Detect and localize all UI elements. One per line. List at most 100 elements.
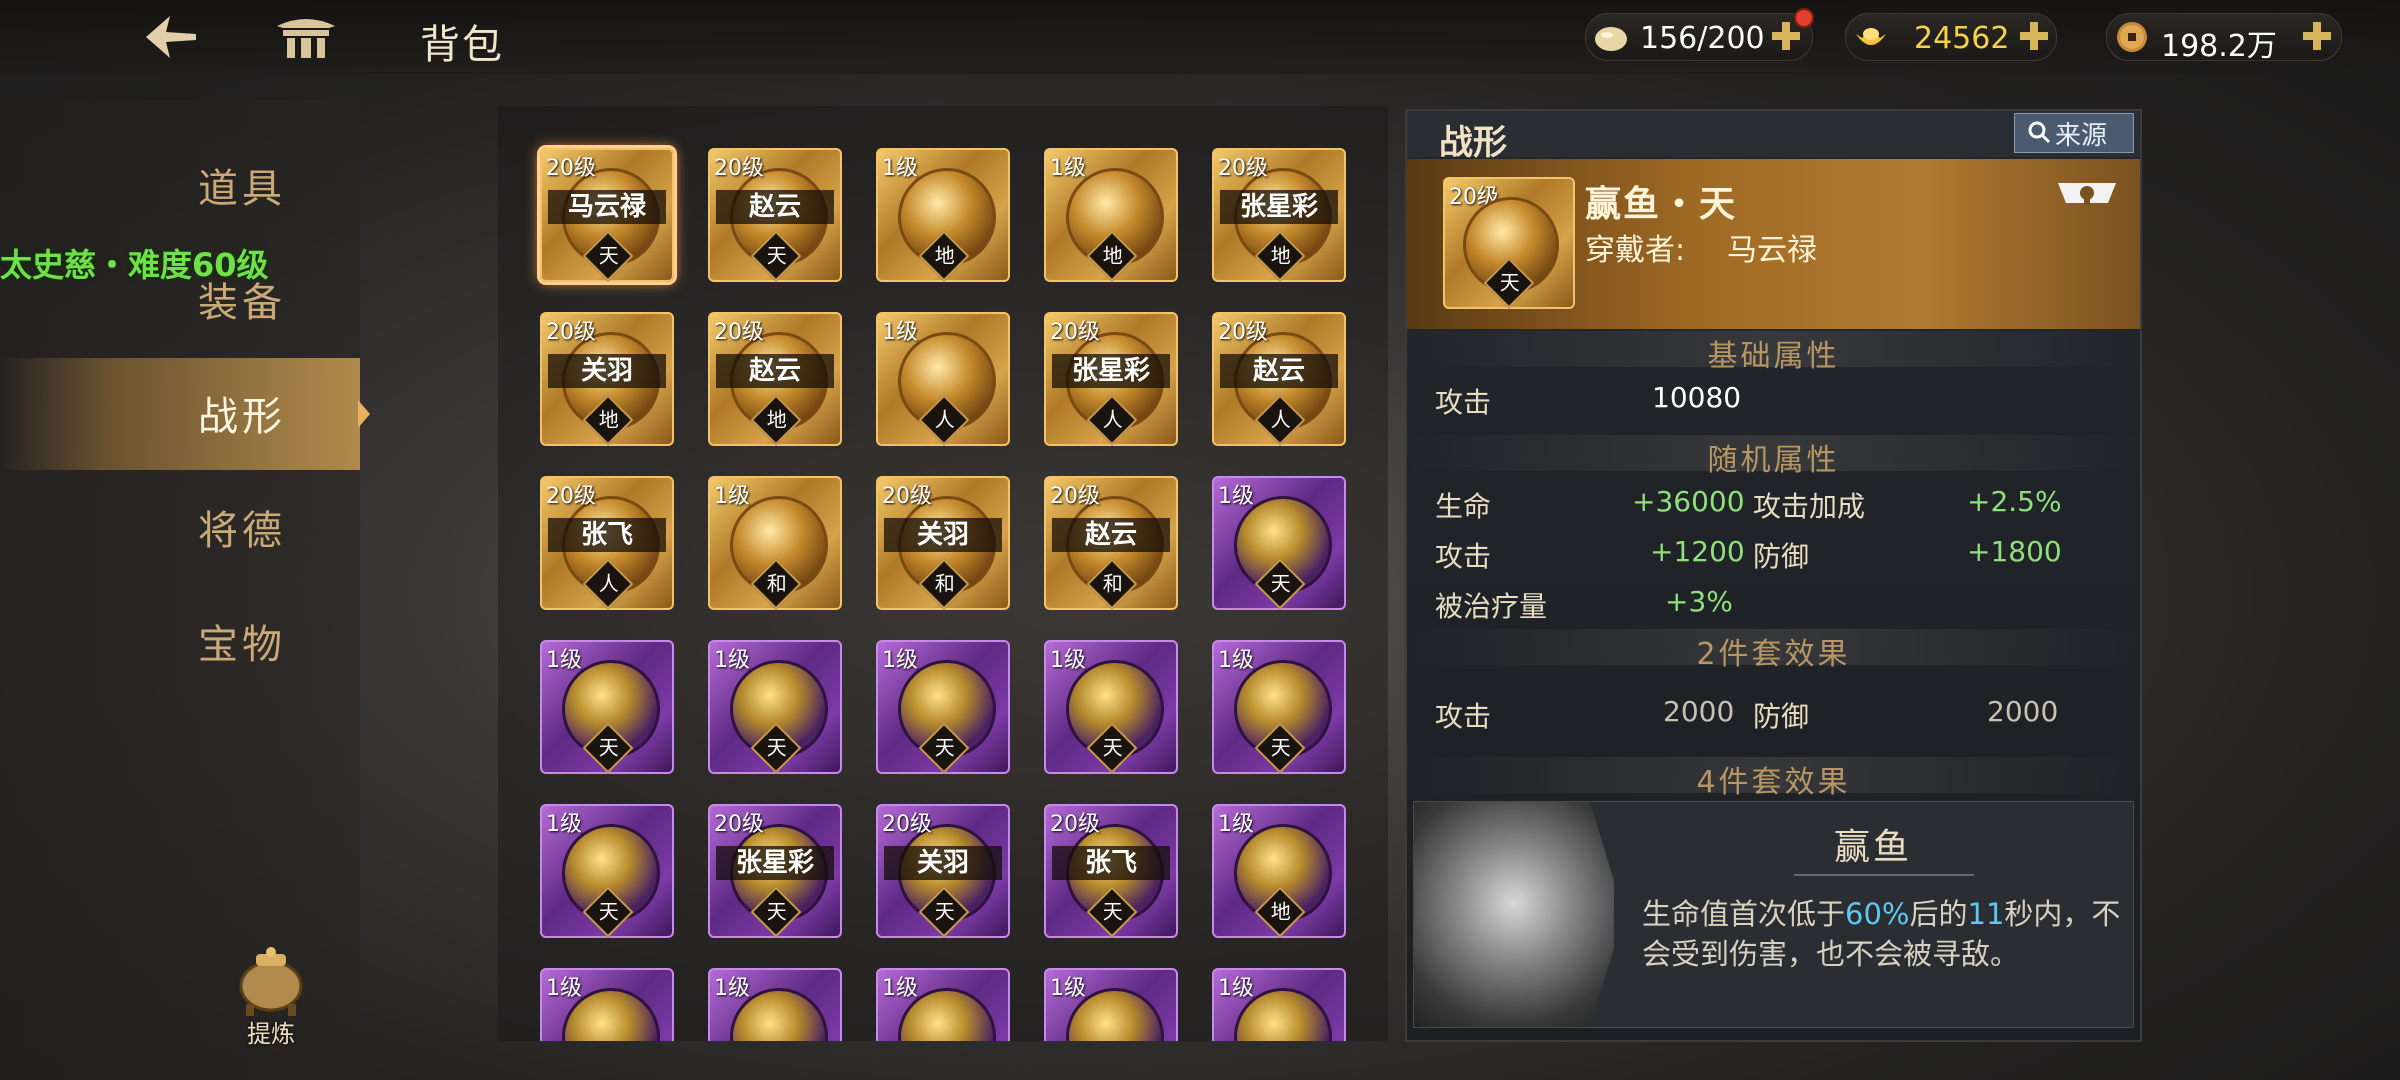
sidebar-item-treasure[interactable]: 宝物 <box>0 586 360 698</box>
sidebar-item-items[interactable]: 道具 <box>0 130 360 242</box>
card-hero-name: 赵云 <box>716 354 834 388</box>
formation-card[interactable]: 20级 赵云地 <box>708 312 842 446</box>
gold-ingot-icon <box>1856 28 1886 45</box>
unlock-icon[interactable] <box>2052 173 2122 213</box>
sidebar-item-virtue[interactable]: 将德 <box>0 472 360 584</box>
formation-card[interactable]: 1级 <box>1212 968 1346 1041</box>
card-hero-name: 马云禄 <box>548 190 666 224</box>
formation-card[interactable]: 20级 张飞人 <box>540 476 674 610</box>
card-hero-name: 赵云 <box>716 190 834 224</box>
card-level: 1级 <box>1050 156 1086 181</box>
card-level: 1级 <box>882 156 918 181</box>
formation-card[interactable]: 1级天 <box>1212 476 1346 610</box>
formation-card[interactable]: 20级 赵云人 <box>1212 312 1346 446</box>
formation-card[interactable]: 20级 赵云天 <box>708 148 842 282</box>
card-level: 20级 <box>1050 320 1100 345</box>
add-gold-button[interactable] <box>2014 16 2054 56</box>
card-level: 20级 <box>546 484 596 509</box>
set4-header: 4件套效果 <box>1407 757 2140 800</box>
detail-header: 战形 来源 <box>1407 111 2140 163</box>
sidebar-item-label: 宝物 <box>198 622 286 668</box>
base-attr-label: 攻击 <box>1435 386 1492 419</box>
refine-button[interactable]: 提炼 <box>228 946 314 1048</box>
card-level: 20级 <box>714 156 764 181</box>
formation-card[interactable]: 20级 张星彩人 <box>1044 312 1178 446</box>
random-attr-header: 随机属性 <box>1407 435 2140 478</box>
set2-header: 2件套效果 <box>1407 629 2140 672</box>
sidebar-item-label: 将德 <box>198 508 286 554</box>
card-hero-name: 张飞 <box>1052 846 1170 880</box>
formation-card[interactable]: 1级天 <box>540 804 674 938</box>
formation-card[interactable]: 20级 关羽地 <box>540 312 674 446</box>
random-attr-value: +1800 <box>1967 535 2062 568</box>
stamina-counter: 156/200 <box>1585 8 1814 61</box>
stamina-value: 156/200 <box>1640 21 1765 56</box>
source-button[interactable]: 来源 <box>2014 113 2134 153</box>
formation-card[interactable]: 1级天 <box>708 640 842 774</box>
sidebar-item-label: 战形 <box>198 394 286 440</box>
random-attr-label: 防御 <box>1753 540 1810 573</box>
sidebar-item-formation[interactable]: 战形 <box>0 358 370 470</box>
search-icon <box>2028 121 2051 144</box>
home-button[interactable] <box>275 14 337 60</box>
formation-card[interactable]: 20级 关羽天 <box>876 804 1010 938</box>
card-hero-name: 赵云 <box>1220 354 1338 388</box>
card-hero-name: 赵云 <box>1052 518 1170 552</box>
item-hero-band: 20级 天 赢鱼・天 穿戴者: 马云禄 <box>1407 159 2140 329</box>
formation-card[interactable]: 1级 <box>1044 968 1178 1041</box>
random-attr-label: 攻击加成 <box>1753 490 1866 523</box>
card-level: 1级 <box>1050 648 1086 673</box>
random-attr-value: +1200 <box>1650 535 1745 568</box>
formation-card[interactable]: 1级和 <box>708 476 842 610</box>
formation-card[interactable]: 1级地 <box>876 148 1010 282</box>
random-attr-value: +36000 <box>1632 485 1745 518</box>
copper-coin-icon <box>2117 22 2147 52</box>
formation-card[interactable]: 1级 <box>540 968 674 1041</box>
quest-tip[interactable]: 太史慈・难度60级 <box>0 240 269 286</box>
formation-card[interactable]: 1级地 <box>1044 148 1178 282</box>
card-level: 1级 <box>714 648 750 673</box>
card-level: 20级 <box>882 812 932 837</box>
back-arrow-icon <box>146 16 196 58</box>
card-level: 20级 <box>1050 484 1100 509</box>
formation-card[interactable]: 1级天 <box>540 640 674 774</box>
random-attr-label: 生命 <box>1435 490 1492 523</box>
set4-desc: 生命值首次低于60%后的11秒内，不会受到伤害，也不会被寻敌。 <box>1642 897 2121 971</box>
formation-card[interactable]: 1级地 <box>1212 804 1346 938</box>
gold-value: 24562 <box>1914 21 2010 56</box>
formation-card[interactable]: 20级 张星彩天 <box>708 804 842 938</box>
card-level: 20级 <box>1218 320 1268 345</box>
rice-ball-icon <box>1595 27 1627 51</box>
wearer-label: 穿戴者: <box>1585 233 1686 268</box>
page-title: 背包 <box>420 22 504 68</box>
formation-card[interactable]: 1级天 <box>1044 640 1178 774</box>
formation-card[interactable]: 1级人 <box>876 312 1010 446</box>
palace-gate-icon <box>277 19 335 58</box>
formation-card[interactable]: 1级 <box>876 968 1010 1041</box>
card-level: 20级 <box>546 320 596 345</box>
formation-card[interactable]: 1级 <box>708 968 842 1041</box>
item-icon: 20级 天 <box>1443 177 1575 309</box>
card-level: 1级 <box>882 320 918 345</box>
active-indicator <box>358 400 370 428</box>
formation-card[interactable]: 1级天 <box>1212 640 1346 774</box>
card-hero-name: 张星彩 <box>1052 354 1170 388</box>
card-hero-name: 张飞 <box>548 518 666 552</box>
random-attr-value: +2.5% <box>1967 485 2062 518</box>
formation-card[interactable]: 20级 张星彩地 <box>1212 148 1346 282</box>
card-hero-name: 张星彩 <box>716 846 834 880</box>
formation-card[interactable]: 20级 赵云和 <box>1044 476 1178 610</box>
formation-card[interactable]: 20级 张飞天 <box>1044 804 1178 938</box>
formation-card[interactable]: 20级 马云禄天 <box>540 148 674 282</box>
base-attr-header: 基础属性 <box>1407 331 2140 374</box>
add-copper-button[interactable] <box>2297 16 2337 56</box>
copper-value: 198.2万 <box>2161 29 2277 64</box>
back-button[interactable] <box>140 12 200 62</box>
set4-card: 赢鱼 生命值首次低于60%后的11秒内，不会受到伤害，也不会被寻敌。 <box>1413 801 2134 1028</box>
formation-card[interactable]: 1级天 <box>876 640 1010 774</box>
card-level: 20级 <box>1050 812 1100 837</box>
wearer-name: 马云禄 <box>1727 233 1817 268</box>
formation-card[interactable]: 20级 关羽和 <box>876 476 1010 610</box>
formation-grid: 20级 马云禄天 20级 赵云天 1级地 1级地 20级 张星彩地 20级 关羽地 20级 赵云地 1级… <box>498 106 1388 1041</box>
card-level: 20级 <box>882 484 932 509</box>
